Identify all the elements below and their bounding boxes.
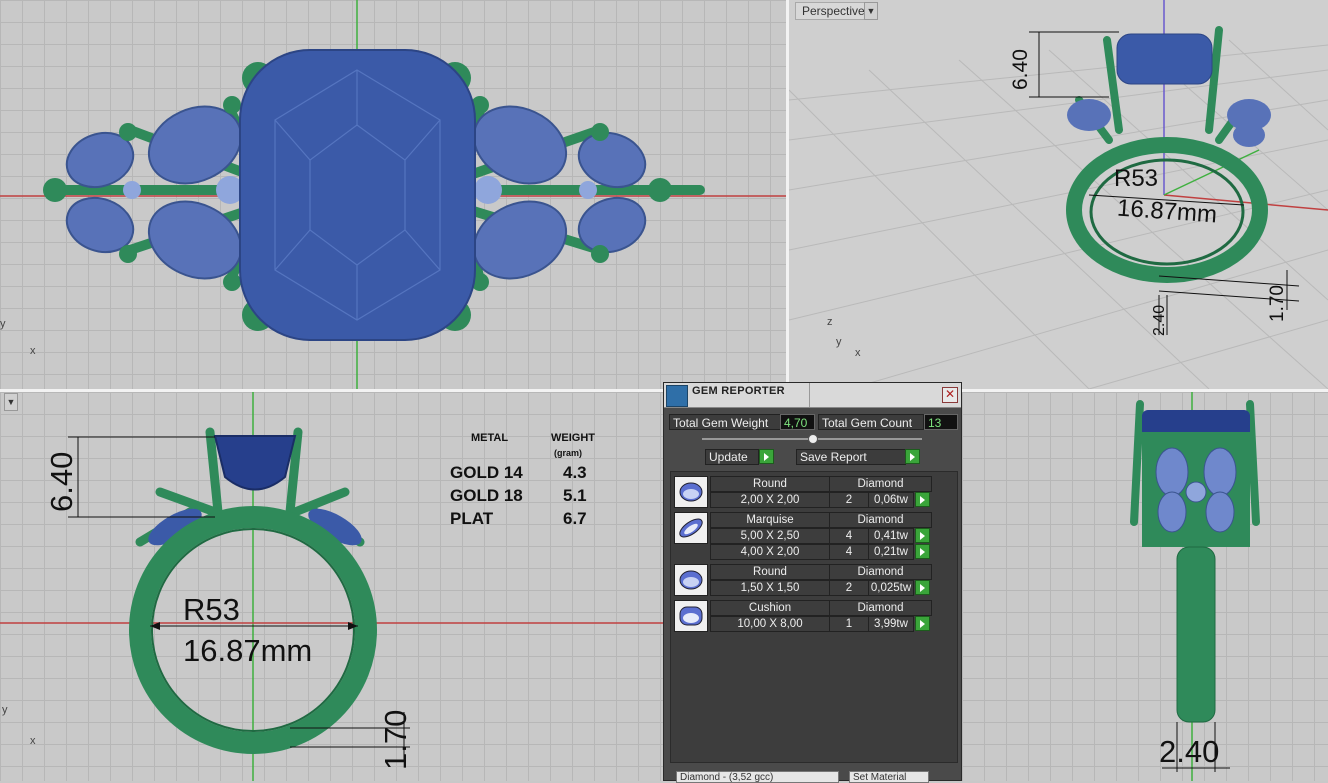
gem-reporter-titlebar[interactable]: GEM REPORTER ✕ (664, 383, 961, 408)
gem-reporter-title: GEM REPORTER (692, 385, 785, 397)
dimension-band-thickness: 1.70 (1267, 285, 1288, 322)
gem-material: Diamond (829, 600, 932, 616)
save-report-button[interactable]: Save Report (796, 449, 906, 465)
metal-row-name: GOLD 14 (450, 463, 523, 482)
cushion-gem-icon[interactable] (674, 600, 708, 632)
update-button[interactable]: Update (705, 449, 759, 465)
gem-reporter-panel: GEM REPORTER ✕ Total Gem Weight 4,70 Tot… (663, 382, 962, 783)
axis-label-y: y (2, 704, 8, 716)
select-gem-button[interactable] (915, 616, 930, 631)
gem-weight: 0,06tw (868, 492, 914, 508)
total-gem-count-value: 13 (924, 414, 958, 430)
dimension-prong-height: 6.40 (1009, 49, 1032, 90)
gem-cut: Cushion (710, 600, 830, 616)
gem-material: Diamond (829, 476, 932, 492)
gem-weight: 0,41tw (868, 528, 914, 544)
update-go-icon[interactable] (759, 449, 774, 464)
gem-count: 4 (829, 544, 869, 560)
gem-material: Diamond (829, 564, 932, 580)
right-view-render (1130, 392, 1260, 781)
select-gem-button[interactable] (915, 544, 930, 559)
select-gem-button[interactable] (915, 580, 930, 595)
axis-label-x: x (855, 347, 861, 359)
axis-label-x: x (30, 735, 36, 747)
viewport-menu-arrow[interactable]: ▼ (864, 2, 878, 20)
gem-size: 5,00 X 2,50 (710, 528, 830, 544)
dimension-inner-diameter: 16.87mm (183, 633, 313, 668)
gem-weight: 3,99tw (868, 616, 914, 632)
dimension-band-width: 2.40 (1151, 304, 1168, 336)
close-icon[interactable]: ✕ (942, 387, 958, 403)
perspective-grid (789, 0, 1328, 389)
metal-row-weight: 5.1 (563, 486, 587, 505)
gem-count: 2 (829, 580, 869, 596)
dimension-band-thickness: 1.70 (378, 709, 413, 770)
total-gem-count-label: Total Gem Count (818, 414, 924, 430)
marquise-gem-icon[interactable] (674, 512, 708, 544)
dimension-ring-size: R53 (183, 592, 240, 627)
top-viewport[interactable]: y x (0, 0, 786, 389)
viewport-title-perspective[interactable]: Perspective (795, 2, 872, 20)
gem-cut: Round (710, 564, 830, 580)
round-gem-icon[interactable] (674, 564, 708, 596)
select-gem-button[interactable] (915, 528, 930, 543)
gem-size: 10,00 X 8,00 (710, 616, 830, 632)
axis-label-x: x (30, 345, 36, 357)
gem-size: 1,50 X 1,50 (710, 580, 830, 596)
gem-count: 4 (829, 528, 869, 544)
top-view-render (0, 0, 786, 389)
gem-count: 1 (829, 616, 869, 632)
gem-count: 2 (829, 492, 869, 508)
gem-weight: 0,21tw (868, 544, 914, 560)
gem-cut: Round (710, 476, 830, 492)
metal-row-name: PLAT (450, 509, 494, 528)
gem-weight: 0,025tw (868, 580, 914, 596)
gem-slider-handle[interactable] (808, 434, 818, 444)
gem-material: Diamond (829, 512, 932, 528)
axis-label-y: y (0, 318, 6, 330)
dimension-band-width: 2.40 (1159, 734, 1220, 769)
metal-row-name: GOLD 18 (450, 486, 523, 505)
metal-row-weight: 6.7 (563, 509, 587, 528)
metal-header: METAL (471, 432, 509, 444)
save-report-go-icon[interactable] (905, 449, 920, 464)
select-gem-button[interactable] (915, 492, 930, 507)
total-gem-weight-value: 4,70 (780, 414, 815, 430)
total-gem-weight-label: Total Gem Weight (669, 414, 781, 430)
gem-cut: Marquise (710, 512, 830, 528)
set-material-button[interactable]: Set Material (849, 771, 929, 783)
round-gem-icon[interactable] (674, 476, 708, 508)
gem-reporter-logo-icon (666, 385, 688, 407)
material-select[interactable]: Diamond - (3,52 gcc) (676, 771, 839, 783)
gem-size: 2,00 X 2,00 (710, 492, 830, 508)
dimension-ring-size: R53 (1114, 165, 1159, 192)
gem-list[interactable]: Round Diamond 2,00 X 2,00 2 0,06tw Marqu… (670, 471, 958, 763)
axis-label-y: y (836, 336, 842, 348)
perspective-viewport[interactable]: Perspective ▼ 6.40 R53 16.87mm 1.70 2.40… (789, 0, 1328, 389)
gem-size: 4,00 X 2,00 (710, 544, 830, 560)
weight-unit: (gram) (554, 448, 583, 458)
dimension-prong-height: 6.40 (44, 451, 79, 512)
right-viewport[interactable]: 2.40 (962, 392, 1328, 781)
axis-label-z: z (827, 316, 833, 328)
weight-header: WEIGHT (551, 432, 595, 444)
metal-row-weight: 4.3 (563, 463, 587, 482)
